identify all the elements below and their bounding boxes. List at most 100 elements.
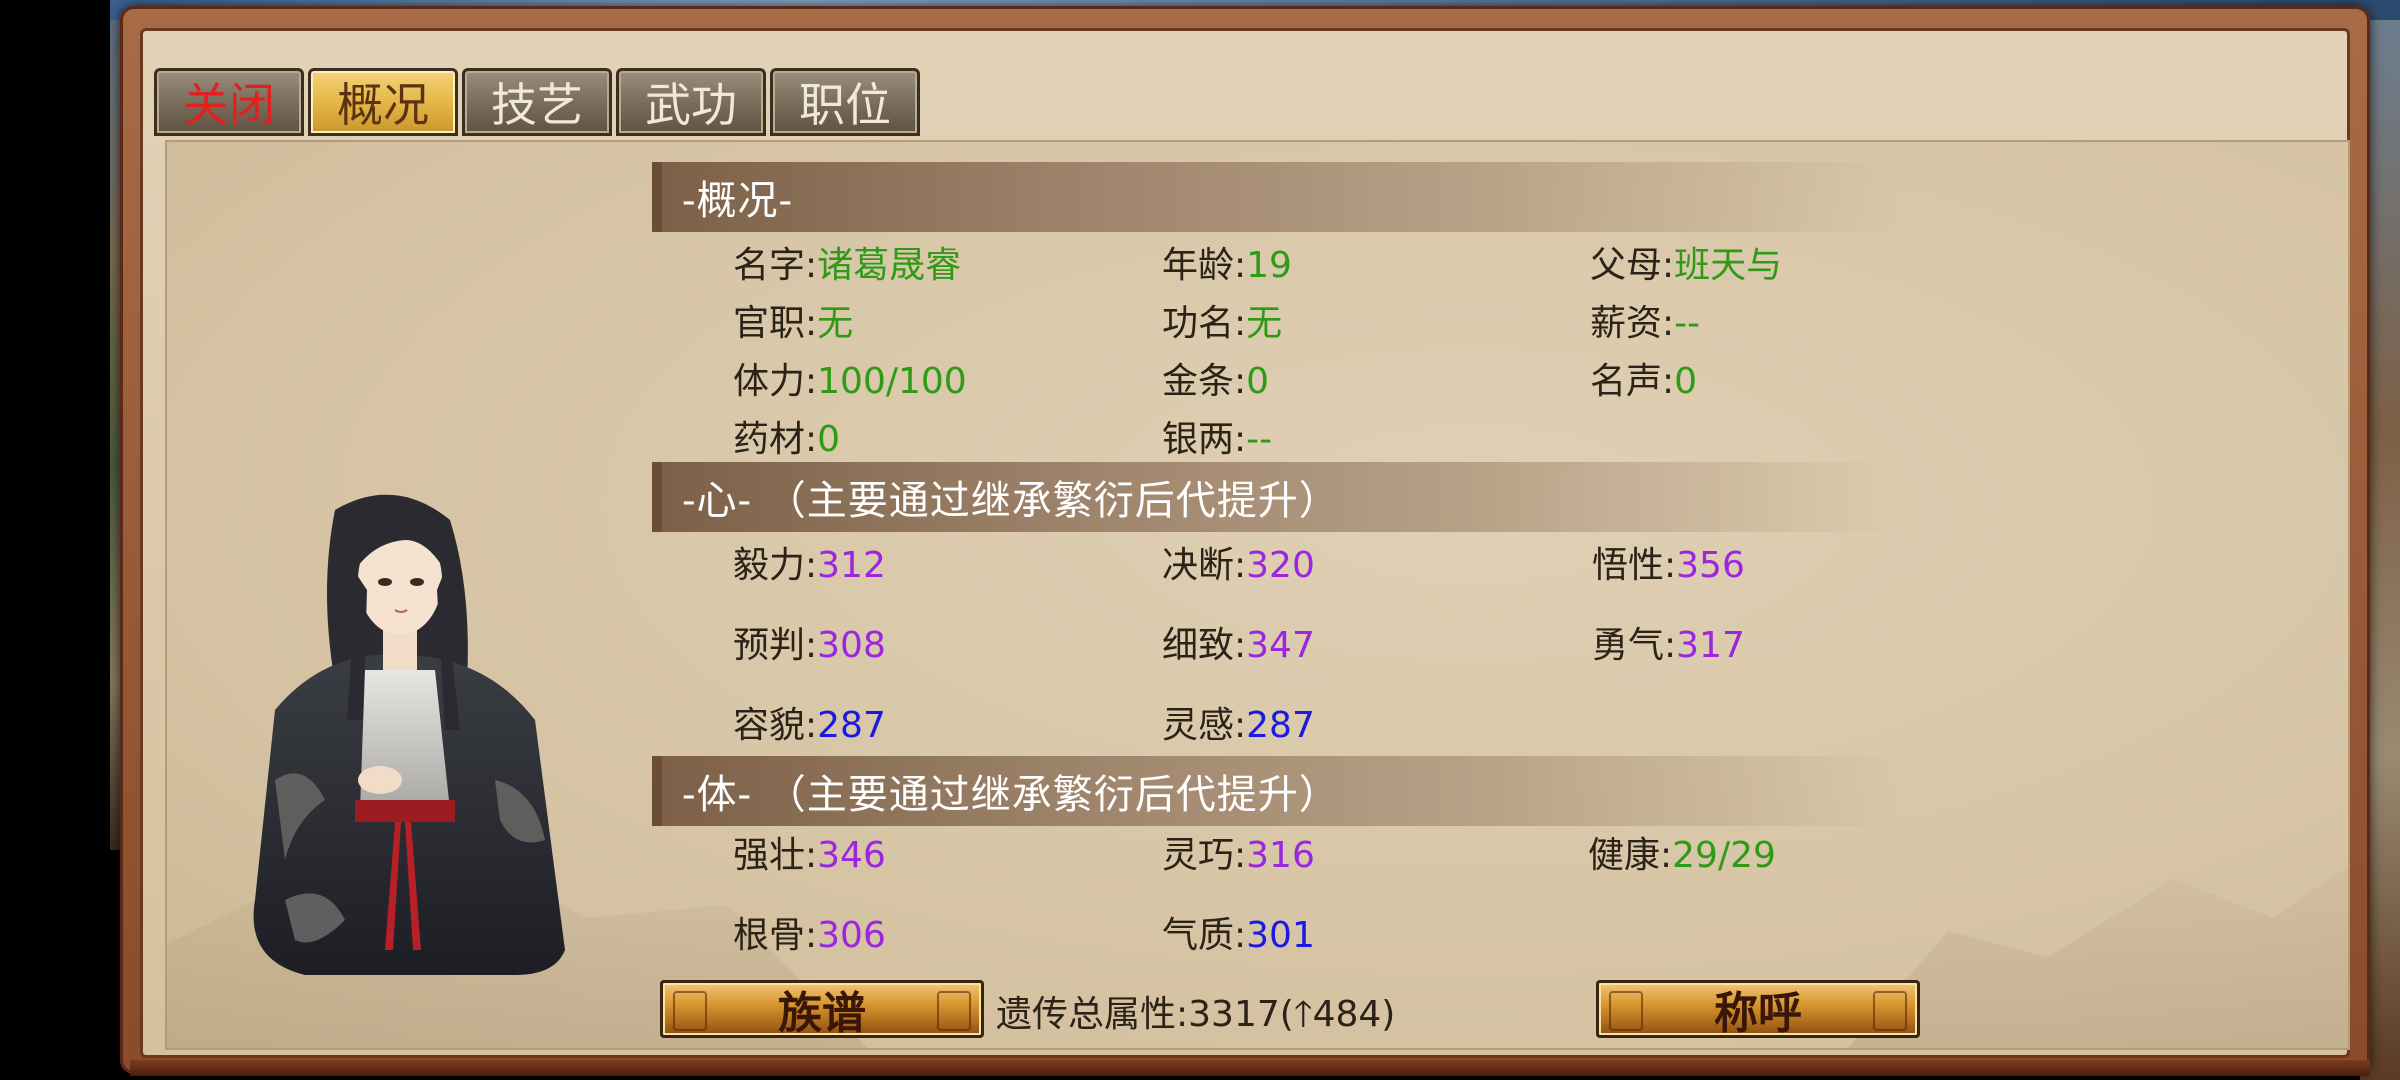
- stat-label: 年龄: [1162, 245, 1235, 286]
- stat-value: 19: [1246, 245, 1292, 286]
- genetics-delta: 484: [1312, 994, 1382, 1035]
- tab-label: 技艺: [491, 78, 583, 132]
- stat-label: 容貌: [733, 705, 806, 746]
- genetics-total: 遗传总属性:3317(🡑484): [996, 994, 1396, 1035]
- genetics-value: 3317: [1188, 994, 1280, 1035]
- stat-herbs: 药材:0: [733, 419, 841, 460]
- stat-silver: 银两:--: [1162, 419, 1273, 460]
- stat-label: 药材: [733, 419, 806, 460]
- stat-label: 毅力: [733, 545, 806, 586]
- close-tab-button[interactable]: 关闭: [154, 68, 304, 136]
- button-label: 称呼: [1714, 988, 1802, 1039]
- tab-label: 职位: [799, 78, 891, 132]
- stat-value: 0: [817, 419, 841, 460]
- stat-label: 勇气: [1592, 625, 1665, 666]
- stat-value: 287: [817, 705, 886, 746]
- stat-label: 父母: [1590, 245, 1663, 286]
- section-title: -心- （主要通过继承繁衍后代提升）: [682, 478, 1340, 524]
- stat-label: 官职: [733, 303, 806, 344]
- body-section-header: -体- （主要通过继承繁衍后代提升）: [652, 756, 1902, 826]
- stat-label: 强壮: [733, 835, 806, 876]
- stat-health: 健康:29/29: [1588, 835, 1776, 876]
- ink-mountain-decoration: [1848, 866, 2348, 1048]
- stat-courage: 勇气:317: [1592, 625, 1745, 666]
- stat-value: --: [1674, 303, 1701, 344]
- character-portrait: [253, 494, 566, 975]
- stat-label: 名声: [1590, 361, 1663, 402]
- stat-label: 薪资: [1590, 303, 1663, 344]
- section-title: -概况-: [682, 178, 794, 224]
- stat-anticipation: 预判:308: [733, 625, 886, 666]
- mind-section-header: -心- （主要通过继承繁衍后代提升）: [652, 462, 1902, 532]
- stat-name: 名字:诸葛晟睿: [733, 245, 962, 286]
- title-button[interactable]: 称呼: [1596, 980, 1920, 1039]
- tab-label: 关闭: [183, 78, 275, 132]
- stat-label: 名字: [733, 245, 806, 286]
- stat-stamina: 体力:100/100: [733, 361, 967, 402]
- stat-label: 健康: [1588, 835, 1661, 876]
- section-title: -体- （主要通过继承繁衍后代提升）: [682, 772, 1340, 818]
- button-label: 族谱: [778, 988, 866, 1039]
- arrow-up-icon: 🡑: [1293, 994, 1313, 1035]
- stat-inspiration: 灵感:287: [1162, 705, 1315, 746]
- stat-label: 灵感: [1162, 705, 1235, 746]
- stat-value: 346: [817, 835, 886, 876]
- stat-label: 体力: [733, 361, 806, 402]
- tab-position[interactable]: 职位: [770, 68, 920, 136]
- stat-value: 317: [1676, 625, 1745, 666]
- stat-value: 320: [1246, 545, 1315, 586]
- stat-label: 金条: [1162, 361, 1235, 402]
- stat-value: 诸葛晟睿: [817, 245, 962, 286]
- stat-decisiveness: 决断:320: [1162, 545, 1315, 586]
- stat-value: 347: [1246, 625, 1315, 666]
- stat-agility: 灵巧:316: [1162, 835, 1315, 876]
- stat-value: 100/100: [817, 361, 967, 402]
- stat-label: 根骨: [733, 915, 806, 956]
- tab-label: 武功: [645, 78, 737, 132]
- stat-value: 356: [1676, 545, 1745, 586]
- stat-value: 班天与: [1674, 245, 1783, 286]
- genetics-label: 遗传总属性: [996, 994, 1177, 1035]
- stat-salary: 薪资:--: [1590, 303, 1701, 344]
- tab-overview[interactable]: 概况: [308, 68, 458, 136]
- stat-value: 287: [1246, 705, 1315, 746]
- stat-value: 301: [1246, 915, 1315, 956]
- stat-comprehension: 悟性:356: [1592, 545, 1745, 586]
- stat-appearance: 容貌:287: [733, 705, 886, 746]
- stat-meticulousness: 细致:347: [1162, 625, 1315, 666]
- stat-parents: 父母:班天与: [1590, 245, 1783, 286]
- tab-skills[interactable]: 技艺: [462, 68, 612, 136]
- stat-rank: 功名:无: [1162, 303, 1283, 344]
- stat-age: 年龄:19: [1162, 245, 1292, 286]
- stat-label: 细致: [1162, 625, 1235, 666]
- stat-label: 预判: [733, 625, 806, 666]
- stat-value: 316: [1246, 835, 1315, 876]
- stat-label: 灵巧: [1162, 835, 1235, 876]
- stat-fame: 名声:0: [1590, 361, 1698, 402]
- stat-gold: 金条:0: [1162, 361, 1270, 402]
- genealogy-button[interactable]: 族谱: [660, 980, 984, 1039]
- tab-martial-arts[interactable]: 武功: [616, 68, 766, 136]
- overview-section-header: -概况-: [652, 162, 1902, 232]
- stat-value: 无: [817, 303, 854, 344]
- stat-label: 悟性: [1592, 545, 1665, 586]
- stat-value: 312: [817, 545, 886, 586]
- stat-label: 功名: [1162, 303, 1235, 344]
- stat-temperament: 气质:301: [1162, 915, 1315, 956]
- stat-label: 银两: [1162, 419, 1235, 460]
- stat-value: 306: [817, 915, 886, 956]
- stat-office: 官职:无: [733, 303, 854, 344]
- ornament-icon: [673, 991, 707, 1031]
- stat-label: 决断: [1162, 545, 1235, 586]
- stat-label: 气质: [1162, 915, 1235, 956]
- stat-value: 308: [817, 625, 886, 666]
- stat-value: --: [1246, 419, 1273, 460]
- ornament-icon: [1873, 991, 1907, 1031]
- stat-value: 无: [1246, 303, 1283, 344]
- ornament-icon: [937, 991, 971, 1031]
- ornament-icon: [1609, 991, 1643, 1031]
- tab-bar: 关闭 概况 技艺 武功 职位: [154, 68, 920, 140]
- stat-value: 0: [1246, 361, 1270, 402]
- tab-label: 概况: [337, 78, 429, 132]
- stat-constitution: 根骨:306: [733, 915, 886, 956]
